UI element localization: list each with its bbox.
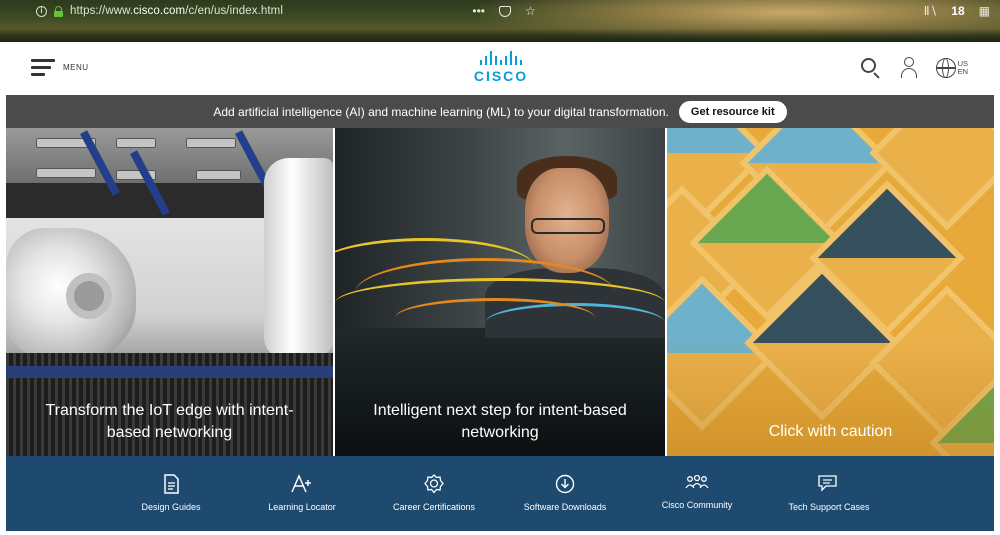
url-domain: cisco.com (133, 5, 186, 17)
rail (36, 168, 96, 178)
quicklink-cisco-community[interactable]: Cisco Community (632, 474, 762, 510)
quick-links-bar: Design Guides Learning Locator Career Ce… (6, 456, 994, 531)
hero-tile-intent-networking[interactable]: Intelligent next step for intent-based n… (335, 128, 665, 456)
browser-theme-hills (0, 28, 1000, 42)
cisco-logo-bars-icon (470, 51, 532, 65)
info-icon[interactable]: i (36, 5, 47, 17)
chat-icon (818, 475, 837, 492)
extension-icon[interactable]: ▦ (979, 4, 990, 18)
url-prefix: https://www. (70, 5, 134, 17)
rail (186, 138, 236, 148)
menu-label: MENU (63, 62, 89, 72)
cisco-logo[interactable]: CISCO (470, 51, 532, 87)
toolbar-count[interactable]: 18 (951, 4, 964, 18)
library-icon[interactable]: Ⅱ∖ (924, 4, 938, 18)
site-header: MENU CISCO US EN (6, 42, 994, 95)
a-plus-icon (291, 474, 311, 493)
browser-toolbar: i https://www.cisco.com/c/en/us/index.ht… (0, 0, 1000, 42)
url-path: /c/en/us/index.html (185, 5, 284, 17)
document-icon (164, 474, 179, 494)
locale-language: EN (957, 67, 968, 76)
fiber-cable (395, 298, 595, 338)
globe-icon (935, 58, 956, 78)
quicklink-label: Learning Locator (268, 502, 336, 512)
search-icon[interactable] (860, 57, 882, 79)
quicklink-label: Cisco Community (661, 500, 733, 510)
quicklink-label: Tech Support Cases (788, 502, 870, 512)
quicklink-design-guides[interactable]: Design Guides (106, 474, 236, 512)
quicklink-career-certifications[interactable]: Career Certifications (369, 474, 499, 512)
quicklink-label: Career Certifications (392, 502, 476, 512)
quicklink-software-downloads[interactable]: Software Downloads (500, 474, 630, 512)
address-bar[interactable]: i https://www.cisco.com/c/en/us/index.ht… (36, 2, 283, 20)
certification-badge-icon (424, 474, 444, 494)
banner-text: Add artificial intelligence (AI) and mac… (213, 104, 669, 119)
get-resource-kit-button[interactable]: Get resource kit (678, 100, 787, 123)
robot-joint (66, 273, 112, 319)
community-icon (685, 474, 709, 489)
conveyor-band (6, 366, 333, 378)
locale-text: US EN (958, 60, 968, 76)
browser-toolbar-icons: ••• ☆ Ⅱ∖ 18 ▦ (472, 2, 990, 20)
rail (116, 138, 156, 148)
rail (196, 170, 241, 180)
bookmark-star-icon[interactable]: ☆ (525, 4, 536, 18)
menu-button[interactable]: MENU (31, 57, 89, 77)
hamburger-icon (31, 57, 55, 77)
user-icon[interactable] (900, 57, 918, 79)
quicklink-label: Design Guides (141, 502, 201, 512)
page-bottom-edge (0, 531, 1000, 535)
hero-caption-caution[interactable]: Click with caution (667, 421, 994, 443)
url-text[interactable]: https://www.cisco.com/c/en/us/index.html (70, 5, 283, 17)
hero-tile-phishing[interactable]: Click with caution (667, 128, 994, 456)
lock-icon[interactable] (53, 5, 64, 17)
locale-selector[interactable]: US EN (935, 58, 968, 78)
promo-banner: Add artificial intelligence (AI) and mac… (6, 95, 994, 128)
person-glasses (531, 218, 605, 234)
hero-caption-iot[interactable]: Transform the IoT edge with intent-based… (6, 400, 333, 444)
more-icon[interactable]: ••• (472, 4, 485, 18)
quicklink-label: Software Downloads (523, 502, 607, 512)
pocket-icon[interactable] (498, 5, 511, 17)
header-actions: US EN (860, 57, 968, 79)
logo-text: CISCO (473, 68, 529, 84)
robot-arm-right (264, 158, 333, 358)
quicklink-tech-support-cases[interactable]: Tech Support Cases (764, 474, 894, 512)
quicklink-learning-locator[interactable]: Learning Locator (237, 474, 367, 512)
hero-tile-iot[interactable]: Transform the IoT edge with intent-based… (6, 128, 333, 456)
download-icon (555, 474, 575, 494)
hero-caption-networking[interactable]: Intelligent next step for intent-based n… (335, 400, 665, 444)
